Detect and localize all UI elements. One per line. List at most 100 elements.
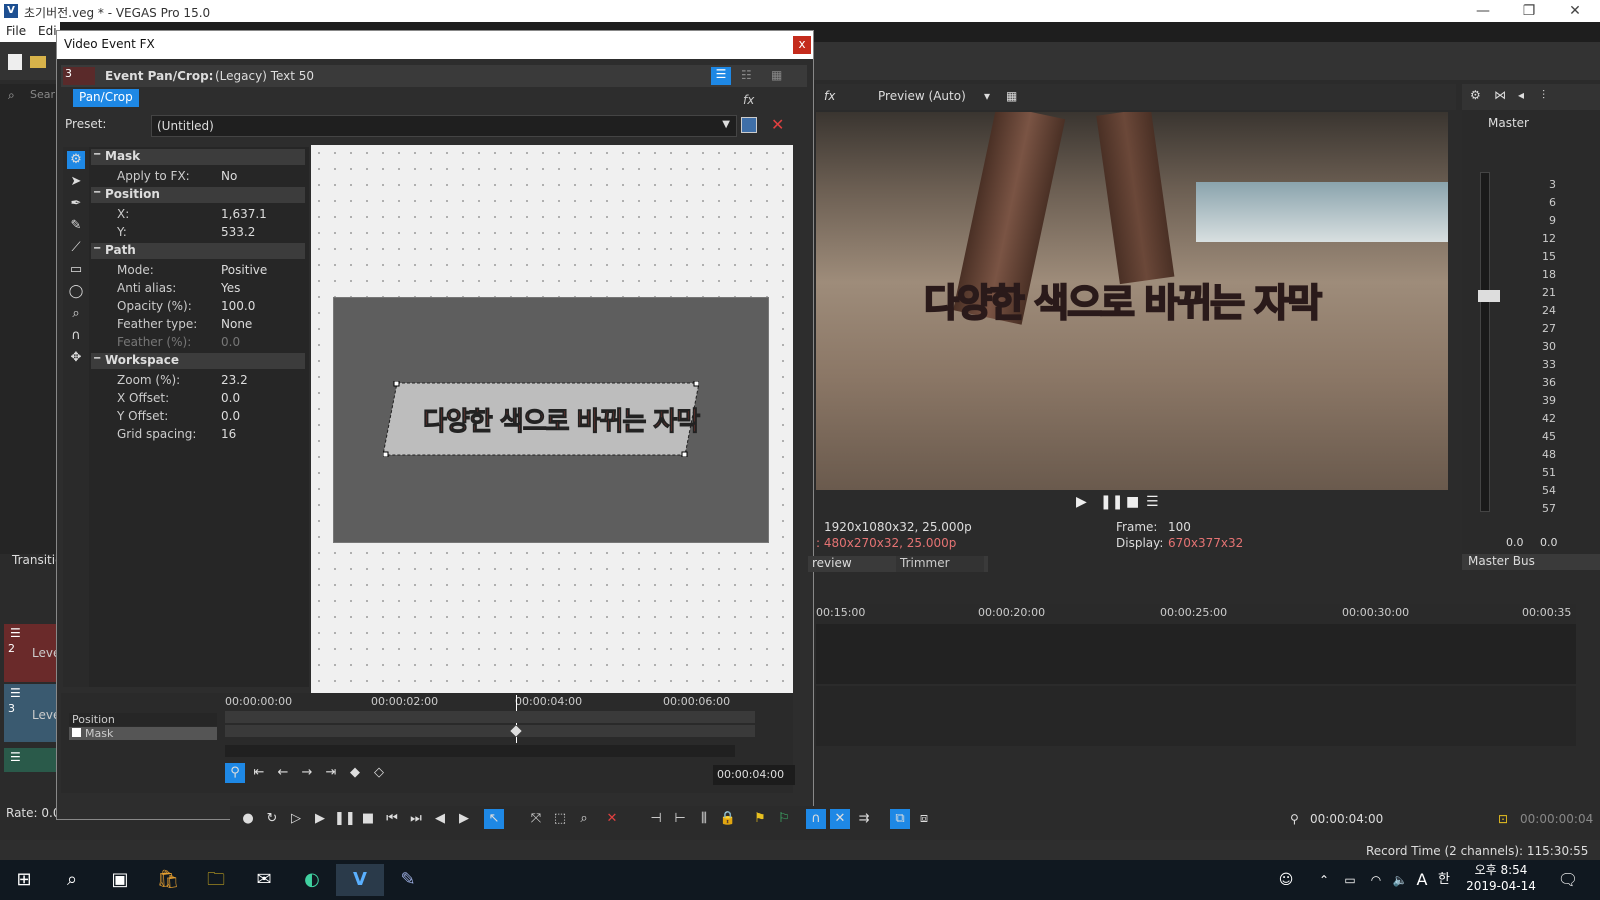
mask-checkbox[interactable]	[72, 728, 81, 737]
taskbar-clock[interactable]: 오후 8:54 2019-04-14	[1466, 862, 1536, 898]
kf-time-display[interactable]: 00:00:04:00	[713, 765, 795, 785]
kf-scrollbar[interactable]	[225, 745, 735, 757]
menu-icon[interactable]: ☰	[1146, 494, 1159, 510]
windows-start-icon[interactable]: ⊞	[0, 864, 48, 896]
sync-cursor-icon[interactable]: ⚲	[225, 763, 245, 783]
open-folder-icon[interactable]	[30, 56, 46, 68]
timeline-track-2[interactable]	[816, 624, 1576, 684]
preset-dropdown[interactable]: (Untitled) ▼	[151, 115, 737, 137]
settings-icon[interactable]: ⚙	[1470, 88, 1481, 102]
kf-track-label-position[interactable]: Position	[69, 713, 217, 726]
prev-frame-icon[interactable]: ◀	[430, 809, 450, 829]
pointer-tool-icon[interactable]: ➤	[67, 173, 85, 191]
play-from-start-icon[interactable]: ▷	[286, 809, 306, 829]
bypass-icon[interactable]: ⋈	[1494, 88, 1506, 102]
section-workspace[interactable]: Workspace	[91, 353, 305, 369]
split-icon[interactable]: ⫼	[694, 809, 714, 829]
save-preset-icon[interactable]	[741, 117, 757, 133]
kf-track-mask[interactable]	[225, 725, 755, 737]
prop-mode-value[interactable]: Positive	[221, 263, 267, 277]
rectangle-tool-icon[interactable]: ▭	[67, 261, 85, 279]
go-to-end-icon[interactable]: ⏭	[406, 809, 426, 829]
section-path[interactable]: Path	[91, 243, 305, 259]
new-file-icon[interactable]	[8, 54, 22, 70]
speaker-icon[interactable]: ◂	[1518, 88, 1524, 102]
paint-icon[interactable]: ✎	[384, 864, 432, 896]
list-view-icon[interactable]: ☰	[711, 67, 731, 85]
stop-icon[interactable]: ■	[1126, 494, 1139, 510]
marker-icon[interactable]: ⚑	[750, 809, 770, 829]
track-menu-icon[interactable]: ☰	[10, 750, 21, 764]
kf-track-label-mask[interactable]: Mask	[69, 727, 217, 740]
search-input[interactable]: Sear	[30, 88, 55, 101]
track-header-4[interactable]: ☰	[4, 748, 56, 772]
zoom-tool-icon[interactable]: ⌕	[67, 305, 85, 323]
menu-edit[interactable]: Edi	[38, 24, 57, 38]
menu-file[interactable]: File	[6, 24, 26, 38]
file-explorer-icon[interactable]: 🗀	[192, 864, 240, 896]
track-header-3[interactable]: ☰ 3 Leve	[4, 684, 60, 742]
timeline-ruler[interactable]: 00:15:00 00:00:20:00 00:00:25:00 00:00:3…	[816, 604, 1576, 624]
track-header-2[interactable]: ☰ 2 Leve	[4, 624, 60, 682]
store-icon[interactable]: 🛍	[144, 864, 192, 896]
zoom-tool-icon[interactable]: ⌕	[574, 809, 594, 829]
tab-trimmer[interactable]: Trimmer	[896, 556, 984, 572]
chevron-down-icon[interactable]: ▾	[984, 89, 990, 103]
vegas-taskbar-icon[interactable]: V	[336, 864, 384, 896]
grid-view-icon[interactable]: ☷	[741, 68, 752, 82]
mail-icon[interactable]: ✉	[240, 864, 288, 896]
lock-envelopes-icon[interactable]: ⧉	[890, 809, 910, 829]
track-menu-icon[interactable]: ☰	[10, 686, 21, 700]
record-icon[interactable]: ●	[238, 809, 258, 829]
lock-icon[interactable]: 🔒	[718, 809, 738, 829]
next-frame-icon[interactable]: ▶	[454, 809, 474, 829]
prev-keyframe-icon[interactable]: ←	[273, 763, 293, 783]
trim-end-icon[interactable]: ⊢	[670, 809, 690, 829]
stop-icon[interactable]: ■	[358, 809, 378, 829]
last-keyframe-icon[interactable]: ⇥	[321, 763, 341, 783]
region-icon[interactable]: ⚐	[774, 809, 794, 829]
cursor-time[interactable]: 00:00:04:00	[1310, 812, 1383, 826]
selection-time[interactable]: 00:00:00:04	[1520, 812, 1593, 826]
task-view-icon[interactable]: ▣	[96, 864, 144, 896]
fx-plugin-icon[interactable]: fx	[743, 93, 754, 107]
split-tool-icon[interactable]: ⟋	[67, 239, 85, 257]
add-keyframe-icon[interactable]: ◆	[345, 763, 365, 783]
delete-preset-icon[interactable]: ✕	[771, 115, 784, 134]
trim-start-icon[interactable]: ⊣	[646, 809, 666, 829]
selection-tool-icon[interactable]: ⬚	[550, 809, 570, 829]
delete-keyframe-icon[interactable]: ◇	[369, 763, 389, 783]
delete-icon[interactable]: ✕	[602, 809, 622, 829]
settings-tool-icon[interactable]: ⚙	[67, 151, 85, 169]
search-icon[interactable]: ⌕	[48, 864, 96, 896]
snapping-icon[interactable]: ∩	[806, 809, 826, 829]
pause-icon[interactable]: ❚❚	[1100, 494, 1123, 510]
loop-icon[interactable]: ↻	[262, 809, 282, 829]
go-to-start-icon[interactable]: ⏮	[382, 809, 402, 829]
anchor-tool-icon[interactable]: ✎	[67, 217, 85, 235]
close-window-button[interactable]: ✕	[1552, 0, 1598, 22]
normal-edit-tool-icon[interactable]: ↖	[484, 809, 504, 829]
search-icon[interactable]: ⌕	[8, 88, 15, 103]
dialog-close-button[interactable]: x	[793, 36, 811, 54]
prop-anti-alias-value[interactable]: Yes	[221, 281, 240, 295]
first-keyframe-icon[interactable]: ⇤	[249, 763, 269, 783]
preview-quality-dropdown[interactable]: Preview (Auto)	[878, 89, 966, 103]
tile-view-icon[interactable]: ▦	[771, 68, 782, 82]
prop-feather-type-value[interactable]: None	[221, 317, 252, 331]
minimize-button[interactable]: —	[1460, 0, 1506, 22]
keyframe-marker[interactable]	[510, 725, 522, 737]
prop-opacity-value[interactable]: 100.0	[221, 299, 255, 313]
play-icon[interactable]: ▶	[310, 809, 330, 829]
ellipse-tool-icon[interactable]: ◯	[67, 283, 85, 301]
prop-y-offset-value[interactable]: 0.0	[221, 409, 240, 423]
tab-pan-crop[interactable]: Pan/Crop	[73, 89, 139, 107]
transitions-tab[interactable]: Transitio	[0, 550, 62, 570]
section-mask[interactable]: Mask	[91, 149, 305, 165]
snap-tool-icon[interactable]: ∩	[67, 327, 85, 345]
ime-hangul-icon[interactable]: 한	[1420, 864, 1468, 896]
prop-apply-fx-value[interactable]: No	[221, 169, 237, 183]
pan-crop-workspace-canvas[interactable]: 다양한 색으로 바뀌는 자막	[311, 145, 793, 693]
ripple-edit-icon[interactable]: ⇉	[854, 809, 874, 829]
prop-x-value[interactable]: 1,637.1	[221, 207, 267, 221]
